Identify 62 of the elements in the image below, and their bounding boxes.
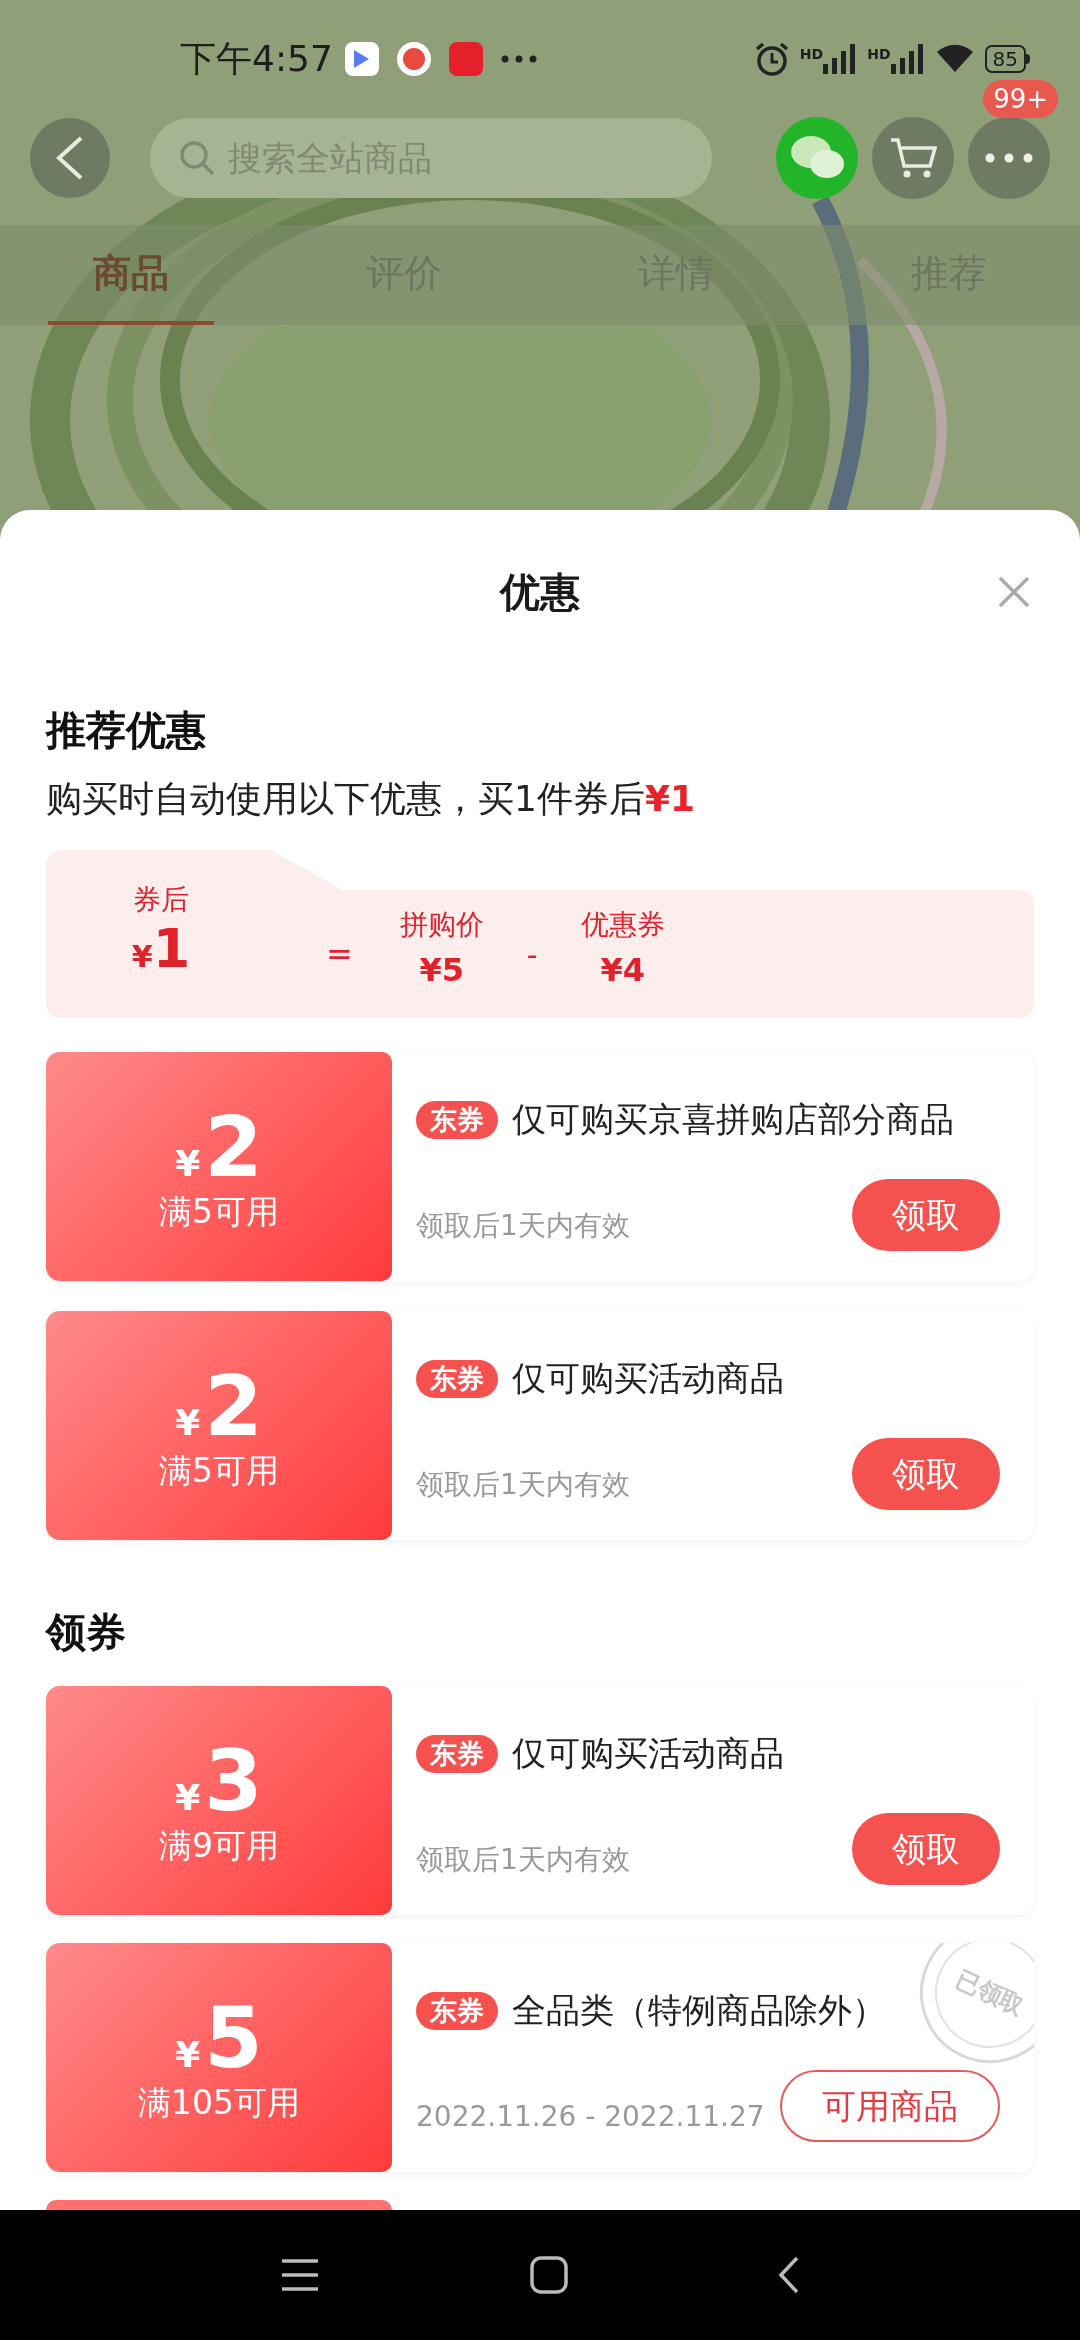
app-icon <box>448 42 483 76</box>
coupon-amount: 2 <box>204 1101 263 1192</box>
coupon-condition: 满5可用 <box>159 1191 279 1232</box>
coupon-validity: 领取后1天内有效 <box>416 1467 630 1503</box>
currency-symbol: ¥ <box>175 2032 201 2077</box>
menu-icon[interactable] <box>280 2258 320 2292</box>
summary-price: ¥1 <box>644 777 695 821</box>
section-heading: 推荐优惠 <box>46 706 207 755</box>
sheet-title: 优惠 <box>500 568 580 617</box>
cart-icon <box>889 136 937 180</box>
coupon-validity: 2022.11.26 - 2022.11.27 <box>416 2099 765 2135</box>
back-icon[interactable] <box>778 2256 800 2294</box>
currency-symbol: ¥ <box>175 1141 201 1186</box>
back-icon <box>55 136 85 180</box>
more-icon <box>985 153 1033 163</box>
coupon-description: 全品类（特例商品除外） <box>512 1989 886 2032</box>
coupon-description: 仅可购买京喜拼购店部分商品 <box>512 1098 954 1141</box>
coupon-button[interactable]: 可用商品 <box>780 2070 1000 2142</box>
coupon-tag: 东券 <box>416 1991 498 2030</box>
breakdown-label: 券后 <box>133 882 189 918</box>
coupon-button[interactable]: 领取 <box>852 1438 1000 1510</box>
equals-sign: = <box>326 934 353 975</box>
wifi-icon <box>934 44 975 74</box>
coupon-description: 仅可购买活动商品 <box>512 1357 784 1400</box>
coupon-condition: 满105可用 <box>138 2082 300 2123</box>
coupon-description: 仅可购买活动商品 <box>512 1732 784 1775</box>
minus-sign: - <box>526 935 538 974</box>
coupon-validity: 领取后1天内有效 <box>416 1842 630 1878</box>
tab[interactable]: 商品 <box>48 225 214 325</box>
battery-level: 85 <box>992 49 1018 69</box>
breakdown-value: ¥4 <box>600 950 645 991</box>
breakdown-result: 1 <box>152 921 191 977</box>
currency-symbol: ¥ <box>131 938 153 976</box>
currency-symbol: ¥ <box>175 1400 201 1445</box>
coupon-button[interactable]: 领取 <box>852 1813 1000 1885</box>
currency-symbol: ¥ <box>175 1775 201 1820</box>
alarm-icon <box>753 41 790 77</box>
signal-icon <box>890 44 925 74</box>
coupon-tag: 东券 <box>416 1100 498 1139</box>
section-heading: 领券 <box>46 1608 127 1657</box>
breakdown-value: ¥5 <box>419 950 465 991</box>
search-icon <box>178 139 216 177</box>
network-label: HD <box>799 45 824 64</box>
more-icon <box>500 55 537 63</box>
coupon-amount: 5 <box>204 1992 263 2083</box>
coupon-condition: 满5可用 <box>159 1450 279 1491</box>
summary-text: 购买时自动使用以下优惠，买1件券后 <box>46 777 645 821</box>
breakdown-label: 拼购价 <box>399 907 484 943</box>
coupon-amount: 3 <box>204 1735 263 1826</box>
status-time: 下午4:57 <box>180 37 333 81</box>
signal-icon <box>823 44 858 74</box>
coupon-condition: 满9可用 <box>159 1825 279 1866</box>
coupon-validity: 领取后1天内有效 <box>416 1208 630 1244</box>
close-icon <box>997 575 1031 609</box>
network-label: HD <box>867 45 891 64</box>
home-icon[interactable] <box>530 2256 568 2294</box>
app-icon <box>344 42 379 76</box>
coupon-tag: 东券 <box>416 1734 498 1773</box>
breakdown-label: 优惠券 <box>580 907 665 943</box>
coupon-amount: 2 <box>204 1360 263 1451</box>
coupon-button[interactable]: 领取 <box>852 1179 1000 1251</box>
coupon-tag: 东券 <box>416 1359 498 1398</box>
